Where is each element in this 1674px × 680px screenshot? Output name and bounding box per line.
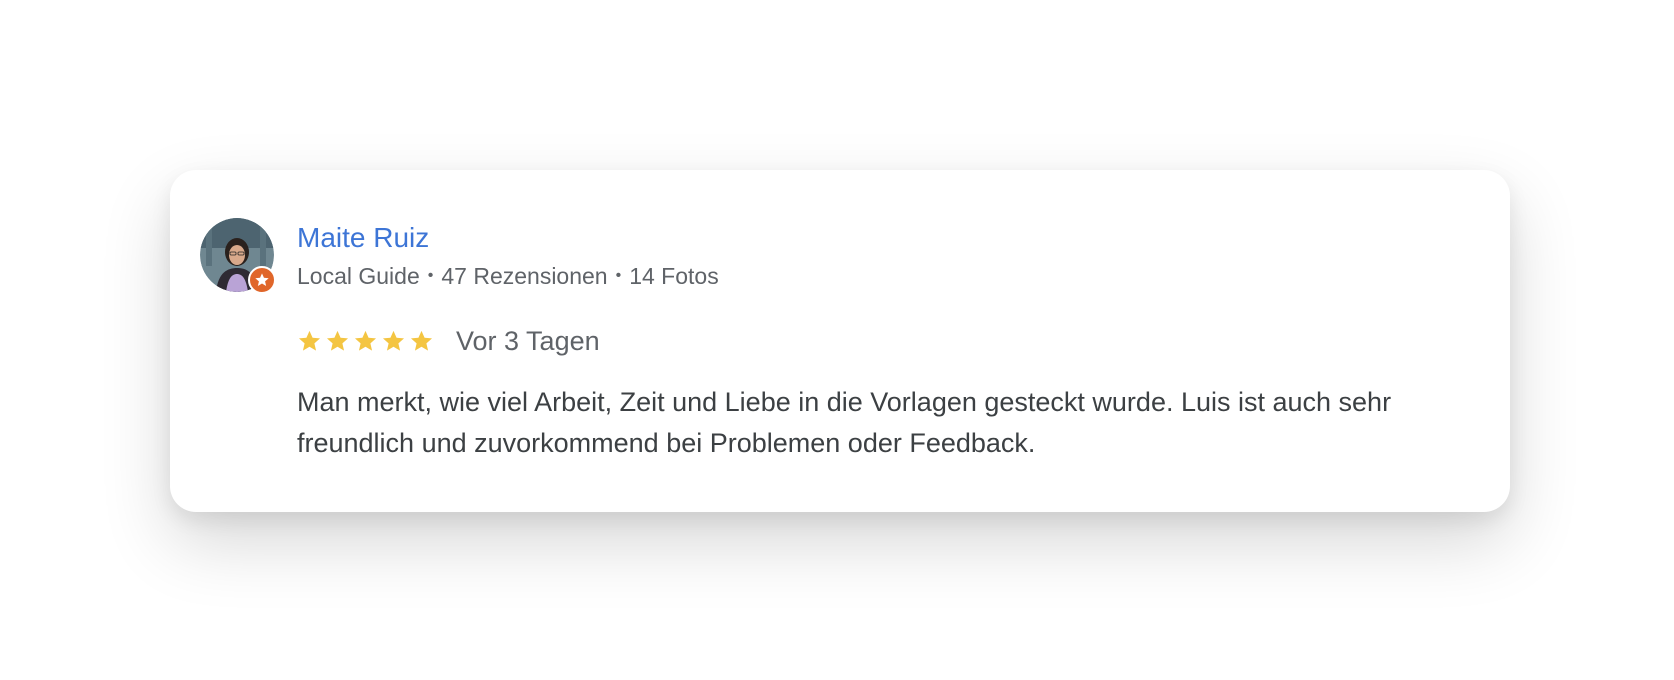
star-rating — [297, 329, 434, 354]
star-icon — [410, 330, 433, 351]
photo-count[interactable]: 14 Fotos — [629, 262, 719, 290]
review-card: Maite Ruiz Local Guide • 47 Rezensionen … — [170, 170, 1510, 512]
author-meta: Local Guide • 47 Rezensionen • 14 Fotos — [297, 262, 719, 290]
review-date: Vor 3 Tagen — [456, 326, 600, 356]
meta-separator: • — [427, 267, 434, 284]
local-guide-label: Local Guide — [297, 263, 420, 289]
review-count[interactable]: 47 Rezensionen — [441, 262, 607, 290]
meta-separator: • — [615, 267, 622, 284]
star-icon — [298, 330, 321, 351]
star-icon — [354, 330, 377, 351]
review-text: Man merkt, wie viel Arbeit, Zeit und Lie… — [297, 387, 1392, 458]
page-background: Maite Ruiz Local Guide • 47 Rezensionen … — [0, 0, 1674, 680]
review-header: Maite Ruiz Local Guide • 47 Rezensionen … — [297, 222, 719, 290]
rating-row: Vor 3 Tagen — [297, 323, 600, 359]
avatar-container[interactable] — [200, 218, 276, 294]
star-icon — [382, 330, 405, 351]
author-name-link[interactable]: Maite Ruiz — [297, 222, 719, 254]
local-guide-star-icon — [248, 266, 276, 294]
star-icon — [326, 330, 349, 351]
